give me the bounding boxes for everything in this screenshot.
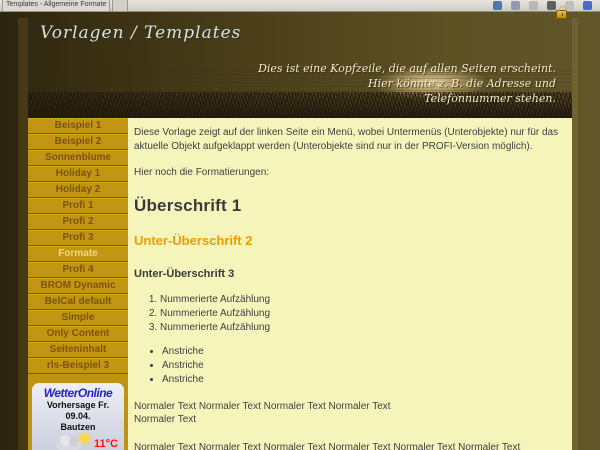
toolbar-icon-6[interactable] — [583, 1, 592, 10]
sidebar-item-belcal-default[interactable]: BelCal default — [28, 294, 128, 310]
sidebar-item-simple[interactable]: Simple — [28, 310, 128, 326]
browser-toolbar — [493, 1, 592, 10]
weather-forecast-date: Vorhersage Fr. 09.04. — [34, 400, 122, 422]
tagline-line: Dies ist eine Kopfzeile, die auf allen S… — [258, 62, 556, 77]
main-content: Diese Vorlage zeigt auf der linken Seite… — [128, 118, 572, 450]
sun-icon — [80, 434, 89, 443]
sidebar-item-holiday-2[interactable]: Holiday 2 — [28, 182, 128, 198]
sidebar-item-profi-1[interactable]: Profi 1 — [28, 198, 128, 214]
cloud-icon — [56, 441, 82, 450]
header-image: Vorlagen / Templates Dies ist eine Kopfz… — [28, 18, 572, 118]
sidebar-item-profi-4[interactable]: Profi 4 — [28, 262, 128, 278]
normal-text-paragraph: Normaler Text Normaler Text Normaler Tex… — [134, 400, 564, 427]
wetteronline-logo[interactable]: WetterOnline — [34, 386, 122, 400]
site-container: Vorlagen / Templates Dies ist eine Kopfz… — [18, 18, 578, 450]
sidebar: Beispiel 1 Beispiel 2 Sonnenblume Holida… — [28, 118, 128, 450]
list-item: Anstriche — [162, 373, 564, 387]
list-item: Anstriche — [162, 345, 564, 359]
sidebar-item-only-content[interactable]: Only Content — [28, 326, 128, 342]
list-item: Nummerierte Aufzählung — [160, 307, 564, 321]
toolbar-icon-4[interactable] — [547, 1, 556, 10]
header-tagline: Dies ist eine Kopfzeile, die auf allen S… — [258, 62, 556, 107]
sidebar-item-holiday-1[interactable]: Holiday 1 — [28, 166, 128, 182]
screen: Templates - Allgemeine Formate für Texte… — [0, 0, 600, 450]
tagline-line: Hier könnte z. B. die Adresse und — [258, 77, 556, 92]
list-item: Nummerierte Aufzählung — [160, 321, 564, 335]
list-item: Anstriche — [162, 359, 564, 373]
weather-widget: WetterOnline Vorhersage Fr. 09.04. Bautz… — [32, 383, 124, 450]
browser-tab[interactable]: Templates - Allgemeine Formate für Texte… — [2, 0, 110, 12]
sidebar-item-sonnenblume[interactable]: Sonnenblume — [28, 150, 128, 166]
heading-3: Unter-Überschrift 3 — [134, 267, 564, 282]
normal-text-paragraph-long: Normaler Text Normaler Text Normaler Tex… — [134, 441, 564, 450]
formats-label: Hier noch die Formatierungen: — [134, 166, 564, 180]
tagline-line: Telefonnummer stehen. — [258, 92, 556, 107]
text-line: Normaler Text Normaler Text Normaler Tex… — [134, 400, 564, 414]
list-item: Nummerierte Aufzählung — [160, 293, 564, 307]
toolbar-icon-2[interactable] — [511, 1, 520, 10]
text-line: Normaler Text — [134, 413, 564, 427]
browser-bar: Templates - Allgemeine Formate für Texte… — [0, 0, 600, 12]
sidebar-item-profi-2[interactable]: Profi 2 — [28, 214, 128, 230]
sidebar-item-formate[interactable]: Formate — [28, 246, 128, 262]
sidebar-item-beispiel-2[interactable]: Beispiel 2 — [28, 134, 128, 150]
sidebar-item-brom-dynamic[interactable]: BROM Dynamic — [28, 278, 128, 294]
numbered-list: Nummerierte Aufzählung Nummerierte Aufzä… — [144, 293, 564, 335]
heading-1: Überschrift 1 — [134, 195, 564, 218]
toolbar-icon-3[interactable] — [529, 1, 538, 10]
temperature-value: 11°C — [94, 438, 118, 450]
browser-tab-stub[interactable] — [112, 0, 128, 12]
heading-2: Unter-Überschrift 2 — [134, 232, 564, 250]
toolbar-icon-5[interactable] — [565, 1, 574, 10]
intro-paragraph: Diese Vorlage zeigt auf der linken Seite… — [134, 126, 564, 153]
sidebar-item-seiteninhalt[interactable]: Seiteninhalt — [28, 342, 128, 358]
sidebar-item-profi-3[interactable]: Profi 3 — [28, 230, 128, 246]
sidebar-item-rls-beispiel-3[interactable]: rls-Beispiel 3 — [28, 358, 128, 374]
weather-city: Bautzen — [34, 422, 122, 433]
toolbar-icon-1[interactable] — [493, 1, 502, 10]
bullet-list: Anstriche Anstriche Anstriche — [150, 345, 564, 387]
site-title: Vorlagen / Templates — [40, 23, 241, 43]
sidebar-item-beispiel-1[interactable]: Beispiel 1 — [28, 118, 128, 134]
